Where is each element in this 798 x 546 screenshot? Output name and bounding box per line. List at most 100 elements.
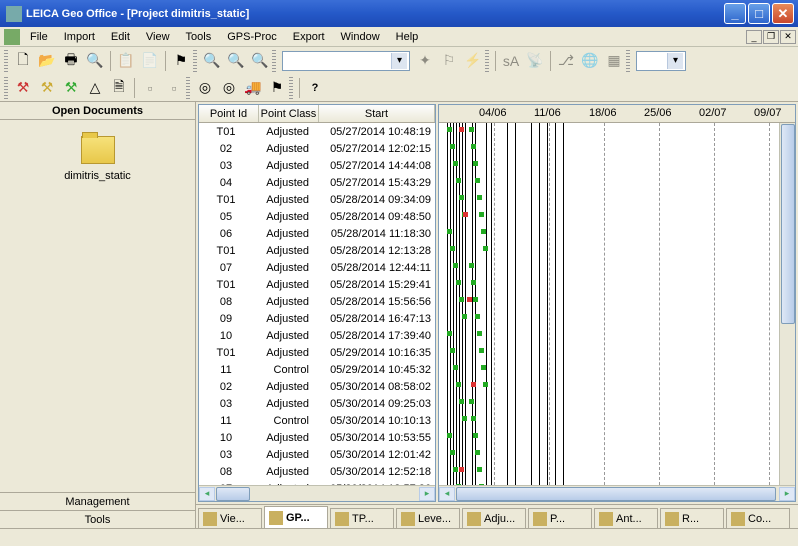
tool-doc[interactable]: 🗎 (108, 77, 130, 99)
tool-target2[interactable]: ◎ (218, 77, 240, 99)
table-row[interactable]: 06Adjusted05/28/2014 11:18:30 (199, 225, 435, 242)
status-bar (0, 528, 798, 546)
tab-r[interactable]: R... (660, 508, 724, 528)
cell-id: 08 (199, 466, 259, 478)
table-row[interactable]: 11Control05/29/2014 10:45:32 (199, 361, 435, 378)
titlebar: LEICA Geo Office - [Project dimitris_sta… (0, 0, 798, 27)
tool-flag3[interactable]: ⚑ (266, 77, 288, 99)
cell-class: Adjusted (259, 262, 319, 274)
minimize-button[interactable]: _ (724, 3, 746, 24)
toolbar-grip[interactable] (485, 50, 489, 72)
sidebar-btn-management[interactable]: Management (0, 492, 195, 510)
maximize-button[interactable]: □ (748, 3, 770, 24)
menu-help[interactable]: Help (388, 29, 427, 45)
flag-button[interactable]: ⚑ (170, 50, 192, 72)
toolbar-grip[interactable] (186, 77, 190, 99)
table-row[interactable]: 02Adjusted05/30/2014 08:58:02 (199, 378, 435, 395)
menu-gps-proc[interactable]: GPS-Proc (219, 29, 285, 45)
toolbar-grip[interactable] (626, 50, 630, 72)
tab-tp[interactable]: TP... (330, 508, 394, 528)
combo-2[interactable] (636, 51, 686, 71)
v-scrollbar[interactable] (779, 123, 795, 485)
help-button[interactable]: ? (304, 77, 326, 99)
cell-class: Adjusted (259, 194, 319, 206)
toolbar-grip[interactable] (193, 50, 197, 72)
close-button[interactable]: ✕ (772, 3, 794, 24)
table-row[interactable]: 03Adjusted05/30/2014 12:01:42 (199, 446, 435, 463)
project-label[interactable]: dimitris_static (64, 170, 131, 182)
branch-icon: ⎇ (555, 50, 577, 72)
print-button[interactable]: 🖶 (60, 50, 82, 72)
menu-window[interactable]: Window (333, 29, 388, 45)
table-row[interactable]: 10Adjusted05/28/2014 17:39:40 (199, 327, 435, 344)
cell-id: T01 (199, 194, 259, 206)
zoom-in-button[interactable]: 🔍 (201, 50, 223, 72)
open-button[interactable]: 📂 (36, 50, 58, 72)
tab-adju[interactable]: Adju... (462, 508, 526, 528)
table-row[interactable]: 04Adjusted05/27/2014 15:43:29 (199, 174, 435, 191)
col-start[interactable]: Start (319, 105, 435, 122)
table-row[interactable]: 03Adjusted05/30/2014 09:25:03 (199, 395, 435, 412)
mdi-restore[interactable]: ❐ (763, 30, 779, 44)
toolbar-grip[interactable] (289, 77, 293, 99)
cell-start: 05/30/2014 12:01:42 (319, 449, 435, 461)
table-row[interactable]: T01Adjusted05/28/2014 15:29:41 (199, 276, 435, 293)
tab-vie[interactable]: Vie... (198, 508, 262, 528)
new-button[interactable]: 🗋 (12, 50, 34, 72)
sidebar: Open Documents dimitris_static Managemen… (0, 102, 196, 528)
tool-green[interactable]: ⚒ (60, 77, 82, 99)
cell-id: 03 (199, 398, 259, 410)
mdi-close[interactable]: ✕ (780, 30, 796, 44)
table-row[interactable]: T01Adjusted05/27/2014 10:48:19 (199, 123, 435, 140)
preview-button[interactable]: 🔍 (84, 50, 106, 72)
h-scrollbar[interactable]: ◂ ▸ (439, 485, 795, 501)
menu-view[interactable]: View (138, 29, 178, 45)
project-icon[interactable] (81, 136, 115, 164)
tab-p[interactable]: P... (528, 508, 592, 528)
table-row[interactable]: T01Adjusted05/29/2014 10:16:35 (199, 344, 435, 361)
table-row[interactable]: 08Adjusted05/30/2014 12:52:18 (199, 463, 435, 480)
menu-tools[interactable]: Tools (178, 29, 220, 45)
table-row[interactable]: 05Adjusted05/28/2014 09:48:50 (199, 208, 435, 225)
paste-button: 📄 (139, 50, 161, 72)
cell-start: 05/28/2014 12:44:11 (319, 262, 435, 274)
menu-edit[interactable]: Edit (103, 29, 138, 45)
table-row[interactable]: 02Adjusted05/27/2014 12:02:15 (199, 140, 435, 157)
table-row[interactable]: 09Adjusted05/28/2014 16:47:13 (199, 310, 435, 327)
col-point-id[interactable]: Point Id (199, 105, 259, 122)
menu-export[interactable]: Export (285, 29, 333, 45)
table-row[interactable]: T01Adjusted05/28/2014 09:34:09 (199, 191, 435, 208)
table-row[interactable]: 11Control05/30/2014 10:10:13 (199, 412, 435, 429)
menu-import[interactable]: Import (56, 29, 103, 45)
tool-target[interactable]: ◎ (194, 77, 216, 99)
timeline-body[interactable] (439, 123, 795, 485)
tab-icon (533, 512, 547, 526)
table-row[interactable]: 10Adjusted05/30/2014 10:53:55 (199, 429, 435, 446)
zoom-fit-button[interactable]: 🔍 (249, 50, 271, 72)
table-row[interactable]: 03Adjusted05/27/2014 14:44:08 (199, 157, 435, 174)
sidebar-header: Open Documents (0, 102, 195, 120)
h-scrollbar[interactable]: ◂ ▸ (199, 485, 435, 501)
combo-1[interactable] (282, 51, 410, 71)
tab-label: GP... (286, 512, 310, 524)
tool-truck[interactable]: 🚚 (242, 77, 264, 99)
menu-file[interactable]: File (22, 29, 56, 45)
table-body[interactable]: T01Adjusted05/27/2014 10:48:1902Adjusted… (199, 123, 435, 485)
tab-leve[interactable]: Leve... (396, 508, 460, 528)
toolbar-grip[interactable] (4, 50, 8, 72)
table-row[interactable]: T01Adjusted05/28/2014 12:13:28 (199, 242, 435, 259)
table-row[interactable]: 08Adjusted05/28/2014 15:56:56 (199, 293, 435, 310)
toolbar-grip[interactable] (272, 50, 276, 72)
mdi-minimize[interactable]: _ (746, 30, 762, 44)
tab-ant[interactable]: Ant... (594, 508, 658, 528)
tab-gp[interactable]: GP... (264, 506, 328, 528)
tab-co[interactable]: Co... (726, 508, 790, 528)
tool-red[interactable]: ⚒ (12, 77, 34, 99)
tool-yellow[interactable]: ⚒ (36, 77, 58, 99)
sidebar-btn-tools[interactable]: Tools (0, 510, 195, 528)
toolbar-grip[interactable] (4, 77, 8, 99)
table-row[interactable]: 07Adjusted05/28/2014 12:44:11 (199, 259, 435, 276)
tool-triangle[interactable]: △ (84, 77, 106, 99)
zoom-out-button[interactable]: 🔍 (225, 50, 247, 72)
col-point-class[interactable]: Point Class (259, 105, 319, 122)
